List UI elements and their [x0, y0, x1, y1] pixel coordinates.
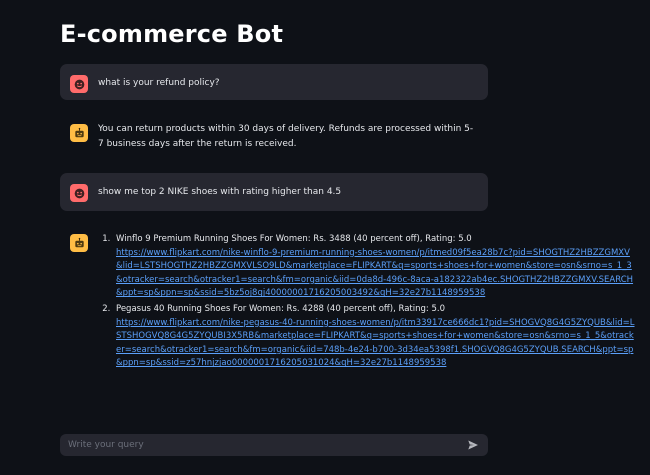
- message-text: show me top 2 NIKE shoes with rating hig…: [98, 187, 342, 197]
- chat-message-user: show me top 2 NIKE shoes with rating hig…: [60, 173, 488, 211]
- bot-avatar: [70, 234, 88, 252]
- user-avatar: [70, 184, 88, 202]
- send-button[interactable]: [466, 438, 480, 452]
- chat-message-assistant: You can return products within 30 days o…: [60, 120, 488, 152]
- chat-message-assistant: Winflo 9 Premium Running Shoes For Women…: [60, 233, 645, 371]
- robot-face-icon: [74, 127, 84, 137]
- chat-message-user: what is your refund policy?: [60, 64, 488, 100]
- smiley-face-icon: [74, 188, 84, 198]
- smiley-face-icon: [74, 79, 84, 89]
- page-title: E-commerce Bot: [60, 20, 284, 48]
- product-link[interactable]: https://www.flipkart.com/nike-winflo-9-p…: [116, 247, 635, 301]
- bot-avatar: [70, 124, 88, 142]
- user-avatar: [70, 75, 88, 93]
- result-title: Pegasus 40 Running Shoes For Women: Rs. …: [116, 303, 445, 314]
- chat-input-container: [60, 434, 488, 456]
- results-list: Winflo 9 Premium Running Shoes For Women…: [98, 233, 635, 371]
- result-title: Winflo 9 Premium Running Shoes For Women…: [116, 234, 472, 244]
- message-text: what is your refund policy?: [98, 78, 220, 88]
- product-link[interactable]: https://www.flipkart.com/nike-pegasus-40…: [116, 317, 635, 371]
- robot-face-icon: [74, 237, 84, 247]
- chat-input[interactable]: [66, 439, 466, 451]
- result-item: Winflo 9 Premium Running Shoes For Women…: [113, 233, 635, 301]
- result-item: Pegasus 40 Running Shoes For Women: Rs. …: [113, 303, 635, 371]
- send-arrow-icon: [468, 440, 478, 450]
- message-text: You can return products within 30 days o…: [98, 124, 474, 149]
